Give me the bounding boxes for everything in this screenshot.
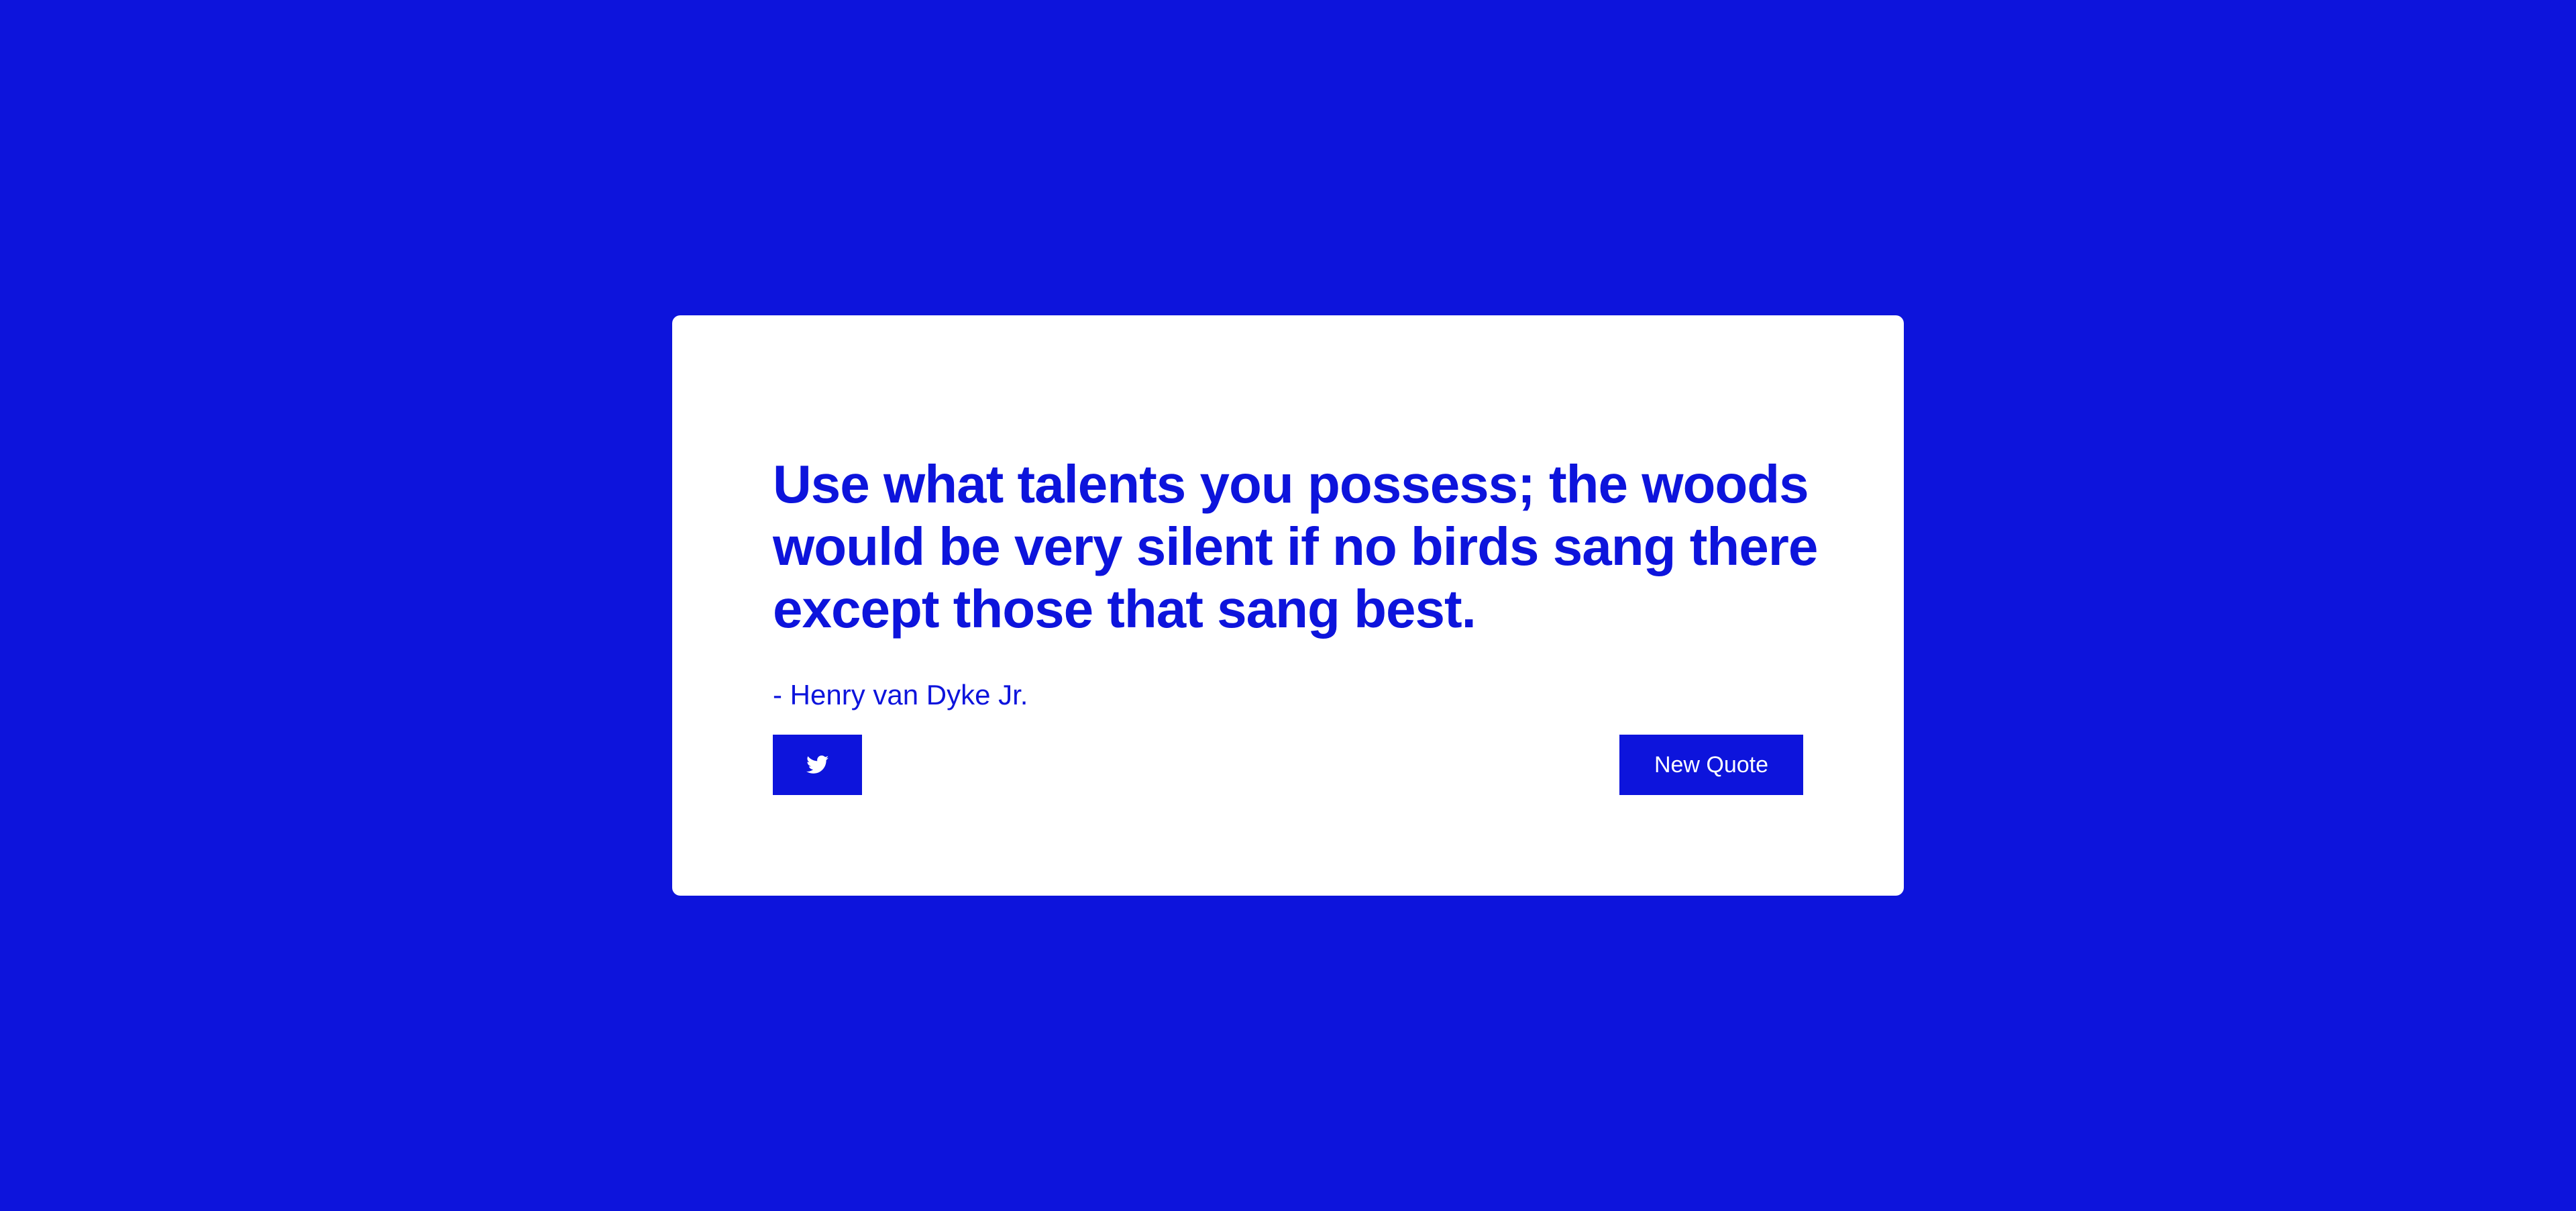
quote-author: - Henry van Dyke Jr. — [773, 679, 1028, 710]
tweet-quote-button[interactable] — [773, 735, 862, 795]
twitter-icon — [806, 755, 829, 774]
quote-card: Use what talents you possess; the woods … — [672, 315, 1904, 896]
quote-text: Use what talents you possess; the woods … — [773, 454, 1818, 639]
page: { "theme": { "accent_color": "#0d14dc", … — [0, 0, 2576, 1211]
new-quote-button[interactable]: New Quote — [1619, 735, 1803, 795]
